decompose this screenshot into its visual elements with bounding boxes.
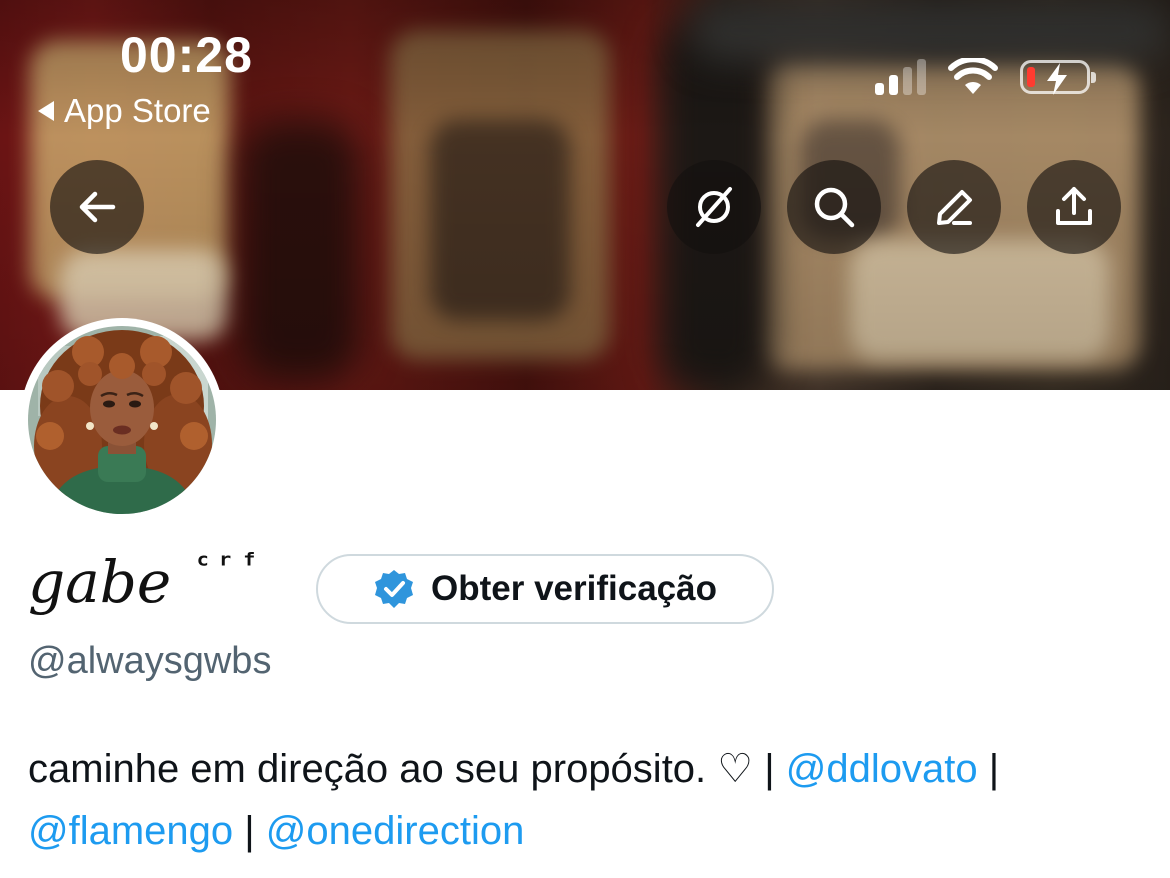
status-icons	[875, 58, 1096, 96]
back-to-app-link[interactable]: App Store	[38, 92, 211, 130]
cellular-signal-icon	[875, 59, 926, 95]
display-name-text: gabe	[28, 548, 172, 616]
verified-badge-icon	[375, 570, 414, 608]
battery-charging-icon	[1020, 60, 1096, 95]
bio-separator: |	[764, 747, 775, 791]
profile-banner[interactable]: 00:28 App Store	[0, 0, 1170, 390]
profile-page: 00:28 App Store gabe ᶜʳᶠ Obter verificaç…	[0, 0, 1170, 878]
edit-button[interactable]	[907, 160, 1001, 254]
grok-button[interactable]	[667, 160, 761, 254]
search-button[interactable]	[787, 160, 881, 254]
get-verified-button[interactable]: Obter verificação	[316, 554, 774, 624]
display-name: gabe ᶜʳᶠ	[28, 546, 263, 616]
slashed-circle-icon	[696, 187, 732, 227]
back-button[interactable]	[50, 160, 144, 254]
back-triangle-icon	[38, 101, 54, 121]
bio-mention-onedirection[interactable]: @onedirection	[266, 809, 525, 853]
display-name-suffix: ᶜʳᶠ	[193, 546, 263, 584]
status-time: 00:28	[120, 27, 253, 83]
arrow-left-icon	[79, 191, 116, 223]
back-app-label: App Store	[64, 92, 211, 129]
bio-mention-flamengo[interactable]: @flamengo	[28, 809, 233, 853]
profile-handle: @alwaysgwbs	[28, 640, 272, 682]
get-verified-label: Obter verificação	[431, 569, 717, 608]
avatar-image	[28, 326, 216, 514]
bio-separator: |	[244, 809, 255, 853]
battery-level	[1027, 67, 1035, 87]
bio-separator: |	[988, 747, 1000, 791]
profile-avatar[interactable]	[20, 318, 224, 522]
bio-text: caminhe em direção ao seu propósito. ♡	[28, 747, 754, 791]
share-button[interactable]	[1027, 160, 1121, 254]
search-icon	[814, 187, 855, 228]
share-upload-icon	[1056, 187, 1092, 225]
profile-bio: caminhe em direção ao seu propósito. ♡ |…	[28, 738, 1148, 862]
bio-mention-ddlovato[interactable]: @ddlovato	[786, 747, 978, 791]
pencil-icon	[937, 190, 972, 225]
wifi-icon	[948, 58, 998, 94]
